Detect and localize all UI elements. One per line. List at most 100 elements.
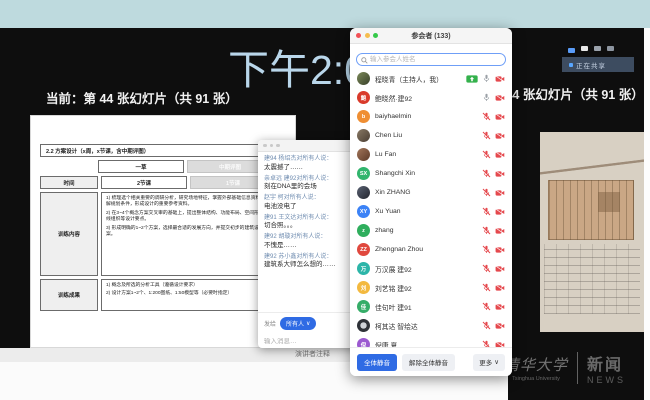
send-to-value: 所有人 (286, 319, 304, 328)
slide-counter-left: 当前：第 44 张幻灯片（共 91 张） (46, 88, 238, 107)
chat-message-sender: 建92 胡璇对所有人说： (264, 234, 358, 242)
mic-off-icon[interactable] (482, 317, 491, 335)
zoom-icon[interactable] (276, 144, 280, 148)
participant-name: 程晓青（主持人，我） (375, 74, 461, 84)
slide-table-title: 2.2 方案设计（x周，x节课，含中期评图） (40, 144, 288, 157)
camera-off-icon[interactable] (495, 70, 505, 88)
sketch-building-band (548, 180, 634, 240)
slide-content-cell: 1) 梳理选个相关重要的调研分析，研究场地特征，掌握外部基础信息资料，了解规划条… (101, 192, 279, 276)
participant-status-icons (482, 127, 505, 145)
participant-status-icons (482, 260, 505, 278)
participant-row[interactable]: XYXu Yuan (350, 202, 512, 221)
mic-off-icon[interactable] (482, 184, 491, 202)
slide-result-cell: 1) 概念及所选的分析工具（遵循设计要求）2) 设计方案1~2个、1:200图纸… (101, 279, 279, 311)
slide-stage-cell: 一草 (98, 160, 184, 173)
send-to-selector[interactable]: 所有人 ∨ (280, 317, 316, 330)
chat-titlebar[interactable] (258, 140, 364, 152)
camera-off-icon[interactable] (495, 279, 505, 297)
participant-row[interactable]: 柯其达 智绘达 (350, 316, 512, 335)
participant-status-icons (482, 184, 505, 202)
avatar: b (357, 110, 370, 123)
mic-off-icon[interactable] (482, 222, 491, 240)
slide-result-line: 1) 概念及所选的分析工具（遵循设计要求） (106, 283, 274, 289)
chat-footer: 发给 所有人 ∨ (258, 312, 364, 348)
participant-row[interactable]: 程晓青（主持人，我） (350, 69, 512, 88)
participant-name: Zhengnan Zhou (375, 246, 477, 253)
participant-name: 柯其达 智绘达 (375, 321, 477, 331)
close-icon[interactable] (263, 144, 267, 148)
camera-off-icon[interactable] (495, 184, 505, 202)
participant-row[interactable]: 鲍鲍晓然·建92 (350, 88, 512, 107)
mic-on-icon[interactable] (482, 70, 491, 88)
participants-search-input[interactable] (356, 53, 506, 66)
mute-all-button[interactable]: 全体静音 (357, 354, 397, 371)
mic-off-icon[interactable] (482, 165, 491, 183)
chat-message-list[interactable]: 建94 杨绍杰对所有人说：太震撼了……亲卓远 建92对所有人说：刻在DNA里的会… (258, 152, 364, 306)
chat-message-text: 不愧是…… (264, 242, 358, 250)
news-watermark-en: NEWS (587, 375, 626, 385)
camera-off-icon[interactable] (495, 317, 505, 335)
camera-off-icon[interactable] (495, 165, 505, 183)
unmute-all-button[interactable]: 解除全体静音 (402, 354, 455, 371)
watermark-divider (577, 352, 578, 384)
participants-list[interactable]: 程晓青（主持人，我） 鲍鲍晓然·建92bbaiyhaelminChen Liu Lu… (350, 69, 512, 354)
participant-row[interactable]: 刘刘艺铭 建92 (350, 278, 512, 297)
participant-row[interactable]: Chen Liu (350, 126, 512, 145)
participants-footer: 全体静音 解除全体静音 更多 ∨ (350, 347, 512, 376)
sharing-status-bar[interactable]: 正在共享 (562, 57, 634, 72)
participants-titlebar[interactable]: 参会者 (133) (350, 28, 512, 44)
camera-off-icon[interactable] (495, 127, 505, 145)
mic-on-icon[interactable] (482, 89, 491, 107)
chat-message: 建92 苏小鑫对所有人说：建筑系大师怎么想的…… (264, 254, 358, 270)
screen-share-badge-icon (466, 70, 478, 88)
mic-off-icon[interactable] (482, 260, 491, 278)
camera-off-icon[interactable] (495, 241, 505, 259)
participant-row[interactable]: 万万汉展 建92 (350, 259, 512, 278)
meeting-screenshare-screen: 下午2:00 当前：第 44 张幻灯片（共 91 张） 当前：第 44 张幻灯片… (0, 0, 650, 400)
chat-message-text: 太震撼了…… (264, 164, 358, 172)
participant-name: Shangchi Xin (375, 170, 477, 177)
send-to-label: 发给 (264, 319, 276, 328)
participant-status-icons (482, 203, 505, 221)
participant-row[interactable]: bbaiyhaelmin (350, 107, 512, 126)
slide-table-spacer (40, 160, 98, 173)
participant-name: Lu Fan (375, 151, 477, 158)
sketch-plan-lines (544, 244, 640, 314)
participant-name: 万汉展 建92 (375, 264, 477, 274)
chat-message-input[interactable] (264, 338, 358, 345)
slide-table: 2.2 方案设计（x周，x节课，含中期评图） 一草 中期评图 时间 2节课 1节… (40, 144, 288, 314)
participant-row[interactable]: Xin ZHANG (350, 183, 512, 202)
mic-off-icon[interactable] (482, 241, 491, 259)
camera-off-icon[interactable] (495, 108, 505, 126)
menu-icon[interactable] (594, 46, 601, 51)
mic-off-icon[interactable] (482, 298, 491, 316)
avatar (357, 319, 370, 332)
participant-name: 鲍晓然·建92 (375, 93, 477, 103)
camera-off-icon[interactable] (495, 222, 505, 240)
chevron-down-icon: ∨ (494, 358, 499, 366)
mic-off-icon[interactable] (482, 203, 491, 221)
camera-off-icon[interactable] (495, 203, 505, 221)
participant-row[interactable]: 佳佳句叶 建91 (350, 297, 512, 316)
more-button[interactable]: 更多 ∨ (473, 354, 505, 371)
avatar (357, 72, 370, 85)
camera-off-icon[interactable] (495, 298, 505, 316)
chat-message-text: 切合照。。。 (264, 222, 358, 230)
participant-row[interactable]: zzhang (350, 221, 512, 240)
participant-row[interactable]: ZZZhengnan Zhou (350, 240, 512, 259)
mic-off-icon[interactable] (482, 279, 491, 297)
camera-off-icon[interactable] (495, 146, 505, 164)
participant-row[interactable]: SXShangchi Xin (350, 164, 512, 183)
camera-off-icon[interactable] (495, 260, 505, 278)
window-icon[interactable] (581, 46, 588, 51)
slide-content-line: 2) 在3~4个概念方案交叉审的基础上，提出整体结构、功能布局、空间形态与流线组… (106, 211, 274, 224)
grid-icon[interactable] (607, 46, 614, 51)
participant-row[interactable]: Lu Fan (350, 145, 512, 164)
participants-window: 参会者 (133) 程晓青（主持人，我） 鲍鲍晓然·建92bbaiyhaelmin… (350, 28, 512, 376)
minimize-icon[interactable] (568, 48, 575, 53)
mic-off-icon[interactable] (482, 108, 491, 126)
minimize-icon[interactable] (270, 144, 274, 148)
mic-off-icon[interactable] (482, 146, 491, 164)
mic-off-icon[interactable] (482, 127, 491, 145)
camera-off-icon[interactable] (495, 89, 505, 107)
